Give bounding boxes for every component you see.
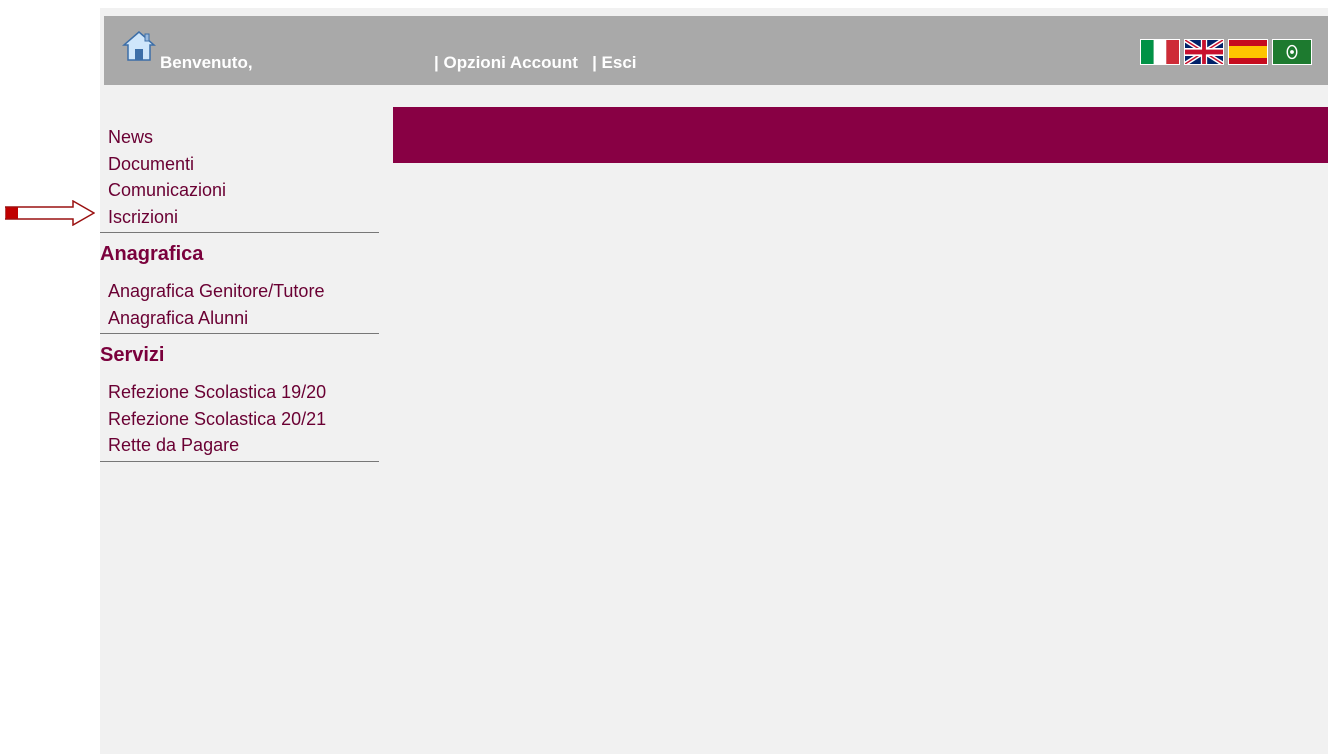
- language-selector: [1140, 39, 1312, 65]
- sidebar-item-anagrafica-genitore[interactable]: Anagrafica Genitore/Tutore: [108, 278, 379, 305]
- uk-flag-icon[interactable]: [1184, 39, 1224, 65]
- sidebar-item-refezione-19-20[interactable]: Refezione Scolastica 19/20: [108, 379, 379, 406]
- home-icon[interactable]: [122, 30, 156, 62]
- logout-link[interactable]: | Esci: [592, 53, 636, 72]
- page-container: Benvenuto, | Opzioni Account | Esci News…: [100, 8, 1328, 754]
- sidebar-item-anagrafica-alunni[interactable]: Anagrafica Alunni: [108, 305, 379, 332]
- account-options-link[interactable]: | Opzioni Account: [434, 53, 578, 72]
- header-bar: Benvenuto, | Opzioni Account | Esci: [104, 16, 1328, 85]
- arabic-flag-icon[interactable]: [1272, 39, 1312, 65]
- italian-flag-icon[interactable]: [1140, 39, 1180, 65]
- sidebar-nav: News Documenti Comunicazioni Iscrizioni …: [100, 124, 379, 462]
- section-title-servizi: Servizi: [100, 344, 165, 366]
- annotation-arrow-icon: [5, 200, 95, 226]
- main-menu-group: News Documenti Comunicazioni Iscrizioni: [100, 124, 379, 233]
- sidebar-item-documenti[interactable]: Documenti: [108, 151, 379, 178]
- sidebar-item-iscrizioni[interactable]: Iscrizioni: [108, 204, 379, 231]
- sidebar-item-rette-da-pagare[interactable]: Rette da Pagare: [108, 432, 379, 459]
- spanish-flag-icon[interactable]: [1228, 39, 1268, 65]
- servizi-menu-group: Refezione Scolastica 19/20 Refezione Sco…: [100, 379, 379, 462]
- anagrafica-menu-group: Anagrafica Genitore/Tutore Anagrafica Al…: [100, 278, 379, 334]
- sidebar-item-comunicazioni[interactable]: Comunicazioni: [108, 177, 379, 204]
- content-banner: [393, 107, 1328, 163]
- section-title-anagrafica: Anagrafica: [100, 243, 204, 265]
- sidebar-item-refezione-20-21[interactable]: Refezione Scolastica 20/21: [108, 406, 379, 433]
- sidebar-item-news[interactable]: News: [108, 124, 379, 151]
- account-links: | Opzioni Account | Esci: [434, 53, 637, 73]
- welcome-text: Benvenuto,: [160, 53, 253, 72]
